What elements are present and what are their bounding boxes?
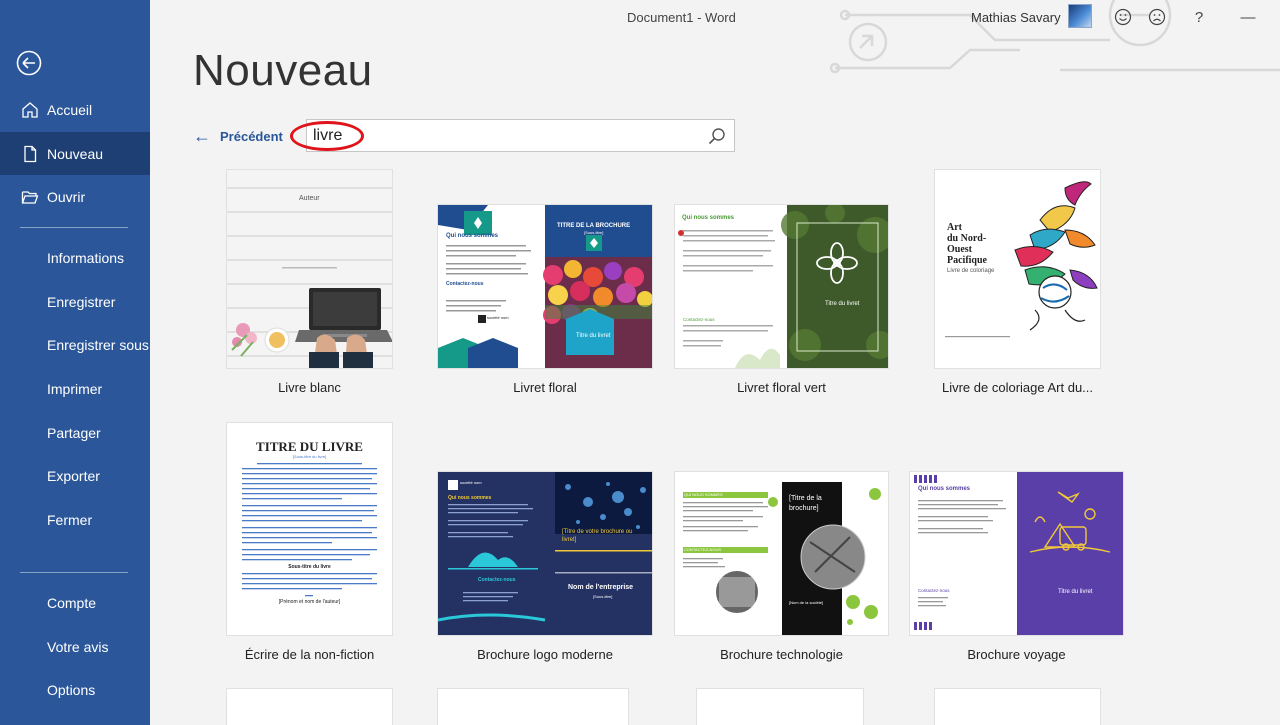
title-bar: Document1 - Word Mathias Savary ? — [150, 0, 1280, 36]
template-thumbnail[interactable]: Auteur [227, 170, 392, 368]
thumb-author: [Prénom et nom de l'auteur] [278, 599, 341, 605]
template-thumbnail[interactable]: Art du Nord- Ouest Pacifique Livre de co… [935, 170, 1100, 368]
thumb-contact: CONTACTEZ-NOUS [684, 547, 722, 552]
sidebar-item-enregistrer-sous[interactable]: Enregistrer sous [0, 323, 150, 366]
sidebar-item-compte[interactable]: Compte [0, 581, 150, 624]
thumb-heading: QUI NOUS SOMMES [684, 492, 723, 497]
thumb-subtitle: [Sous-titre du livre] [292, 454, 327, 459]
template-name: Livret floral vert [737, 380, 826, 395]
thumb-company-name: Nom de l'entreprise [568, 584, 634, 591]
sidebar-item-label: Informations [47, 249, 125, 266]
template-thumbnail-partial[interactable] [697, 689, 863, 725]
template-thumbnail[interactable]: TITRE DU LIVRE [Sous-titre du livre] Sou… [227, 423, 392, 635]
thumb-contact: Contactez-nous [478, 577, 516, 583]
backstage-sidebar: Accueil Nouveau Ouvrir Informations Enre… [0, 0, 150, 725]
sidebar-item-label: Compte [47, 594, 97, 611]
back-arrow-icon[interactable] [16, 50, 42, 76]
back-link-label: Précédent [220, 129, 283, 144]
minimize-button[interactable]: — [1237, 6, 1259, 28]
thumb-heading: Qui nous sommes [918, 486, 971, 492]
document-title: Document1 - Word [627, 10, 736, 25]
sidebar-item-exporter[interactable]: Exporter [0, 454, 150, 497]
thumb-contact: Contactez-nous [446, 281, 484, 287]
template-thumbnail-partial[interactable] [438, 689, 628, 725]
thumb-right-sub: [Sous-titre] [584, 230, 604, 235]
help-button[interactable]: ? [1188, 6, 1210, 28]
template-thumbnail-partial[interactable] [935, 689, 1100, 725]
sidebar-item-label: Enregistrer [47, 293, 116, 310]
thumb-section: Sous-titre du livre [288, 564, 331, 570]
sidebar-item-label: Accueil [47, 101, 93, 118]
thumb-contact: Contactez-nous [918, 588, 950, 593]
user-name[interactable]: Mathias Savary [971, 10, 1061, 25]
thumb-company: [Nom de la société] [789, 600, 824, 605]
smile-feedback-icon[interactable] [1112, 6, 1134, 28]
sidebar-item-fermer[interactable]: Fermer [0, 498, 150, 541]
thumb-bottom-title: Titre du livret [576, 333, 611, 339]
thumb-right-title: Titre du livret [1058, 589, 1093, 595]
template-name: Brochure voyage [967, 647, 1066, 662]
sidebar-item-options[interactable]: Options [0, 668, 150, 711]
thumb-title: Art du Nord- Ouest Pacifique [947, 222, 987, 266]
template-thumbnail[interactable]: société nom Qui nous sommes Contactez-no… [438, 472, 652, 635]
template-preview [675, 205, 888, 368]
thumb-subtitle: Livre de coloriage [947, 268, 995, 274]
search-input[interactable] [313, 124, 703, 148]
template-name: Livre blanc [278, 380, 341, 395]
sidebar-item-label: Imprimer [47, 380, 103, 397]
new-document-icon [20, 144, 40, 164]
frown-feedback-icon[interactable] [1146, 6, 1168, 28]
sidebar-item-label: Nouveau [47, 145, 104, 162]
thumb-right-title: [Titre de la brochure] [789, 495, 822, 512]
avatar[interactable] [1068, 4, 1092, 28]
thumb-right-title: Titre du livret [825, 301, 860, 307]
home-icon [20, 100, 40, 120]
thumb-contact: Contactez-nous [683, 317, 715, 322]
template-name: Livre de coloriage Art du... [941, 380, 1094, 395]
back-link[interactable]: ← Précédent [193, 126, 283, 147]
thumb-author-text: Auteur [299, 195, 320, 202]
thumb-right-title: TITRE DE LA BROCHURE [557, 223, 631, 229]
template-thumbnail-partial[interactable] [227, 689, 392, 725]
thumb-right-title: [Titre de votre brochure ou livret] [562, 529, 633, 543]
search-box [306, 119, 735, 152]
folder-open-icon [20, 187, 40, 207]
page-title: Nouveau [193, 46, 373, 95]
thumb-title: TITRE DU LIVRE [256, 439, 363, 454]
sidebar-item-nouveau[interactable]: Nouveau [0, 132, 150, 175]
sidebar-item-label: Partager [47, 424, 101, 441]
sidebar-item-label: Enregistrer sous [47, 336, 149, 353]
sidebar-divider [20, 572, 128, 573]
thumb-company: société nom [460, 480, 482, 485]
sidebar-item-label: Exporter [47, 467, 100, 484]
template-name: Livret floral [513, 380, 577, 395]
sidebar-item-label: Ouvrir [47, 188, 86, 205]
thumb-sub: [Sous-titre] [593, 594, 613, 599]
sidebar-item-ouvrir[interactable]: Ouvrir [0, 175, 150, 218]
sidebar-item-informations[interactable]: Informations [0, 236, 150, 279]
sidebar-item-enregistrer[interactable]: Enregistrer [0, 280, 150, 323]
template-preview [910, 472, 1123, 635]
sidebar-item-label: Votre avis [47, 638, 109, 655]
template-name: Brochure technologie [720, 647, 843, 662]
sidebar-item-label: Fermer [47, 511, 93, 528]
sidebar-item-accueil[interactable]: Accueil [0, 88, 150, 131]
search-icon[interactable] [708, 127, 726, 145]
sidebar-item-partager[interactable]: Partager [0, 411, 150, 454]
template-thumbnail[interactable]: Qui nous sommes Contactez-nous Titre du … [675, 205, 888, 368]
template-thumbnail[interactable]: Qui nous sommes Contactez-nous société n… [438, 205, 652, 368]
sidebar-item-label: Options [47, 681, 96, 698]
template-name: Écrire de la non-fiction [244, 647, 375, 662]
sidebar-divider [20, 227, 128, 228]
thumb-heading: Qui nous sommes [682, 215, 735, 221]
template-thumbnail[interactable]: Qui nous sommes Contactez-nous Titre du … [910, 472, 1123, 635]
thumb-heading: Qui nous sommes [448, 495, 492, 501]
sidebar-item-imprimer[interactable]: Imprimer [0, 367, 150, 410]
template-name: Brochure logo moderne [477, 647, 613, 662]
sidebar-item-votre-avis[interactable]: Votre avis [0, 625, 150, 668]
thumb-company: société nom [487, 315, 509, 320]
template-thumbnail[interactable]: QUI NOUS SOMMES CONTACTEZ-NOUS [Titre de… [675, 472, 888, 635]
left-arrow-icon: ← [193, 126, 211, 146]
thumb-heading: Qui nous sommes [446, 233, 499, 239]
